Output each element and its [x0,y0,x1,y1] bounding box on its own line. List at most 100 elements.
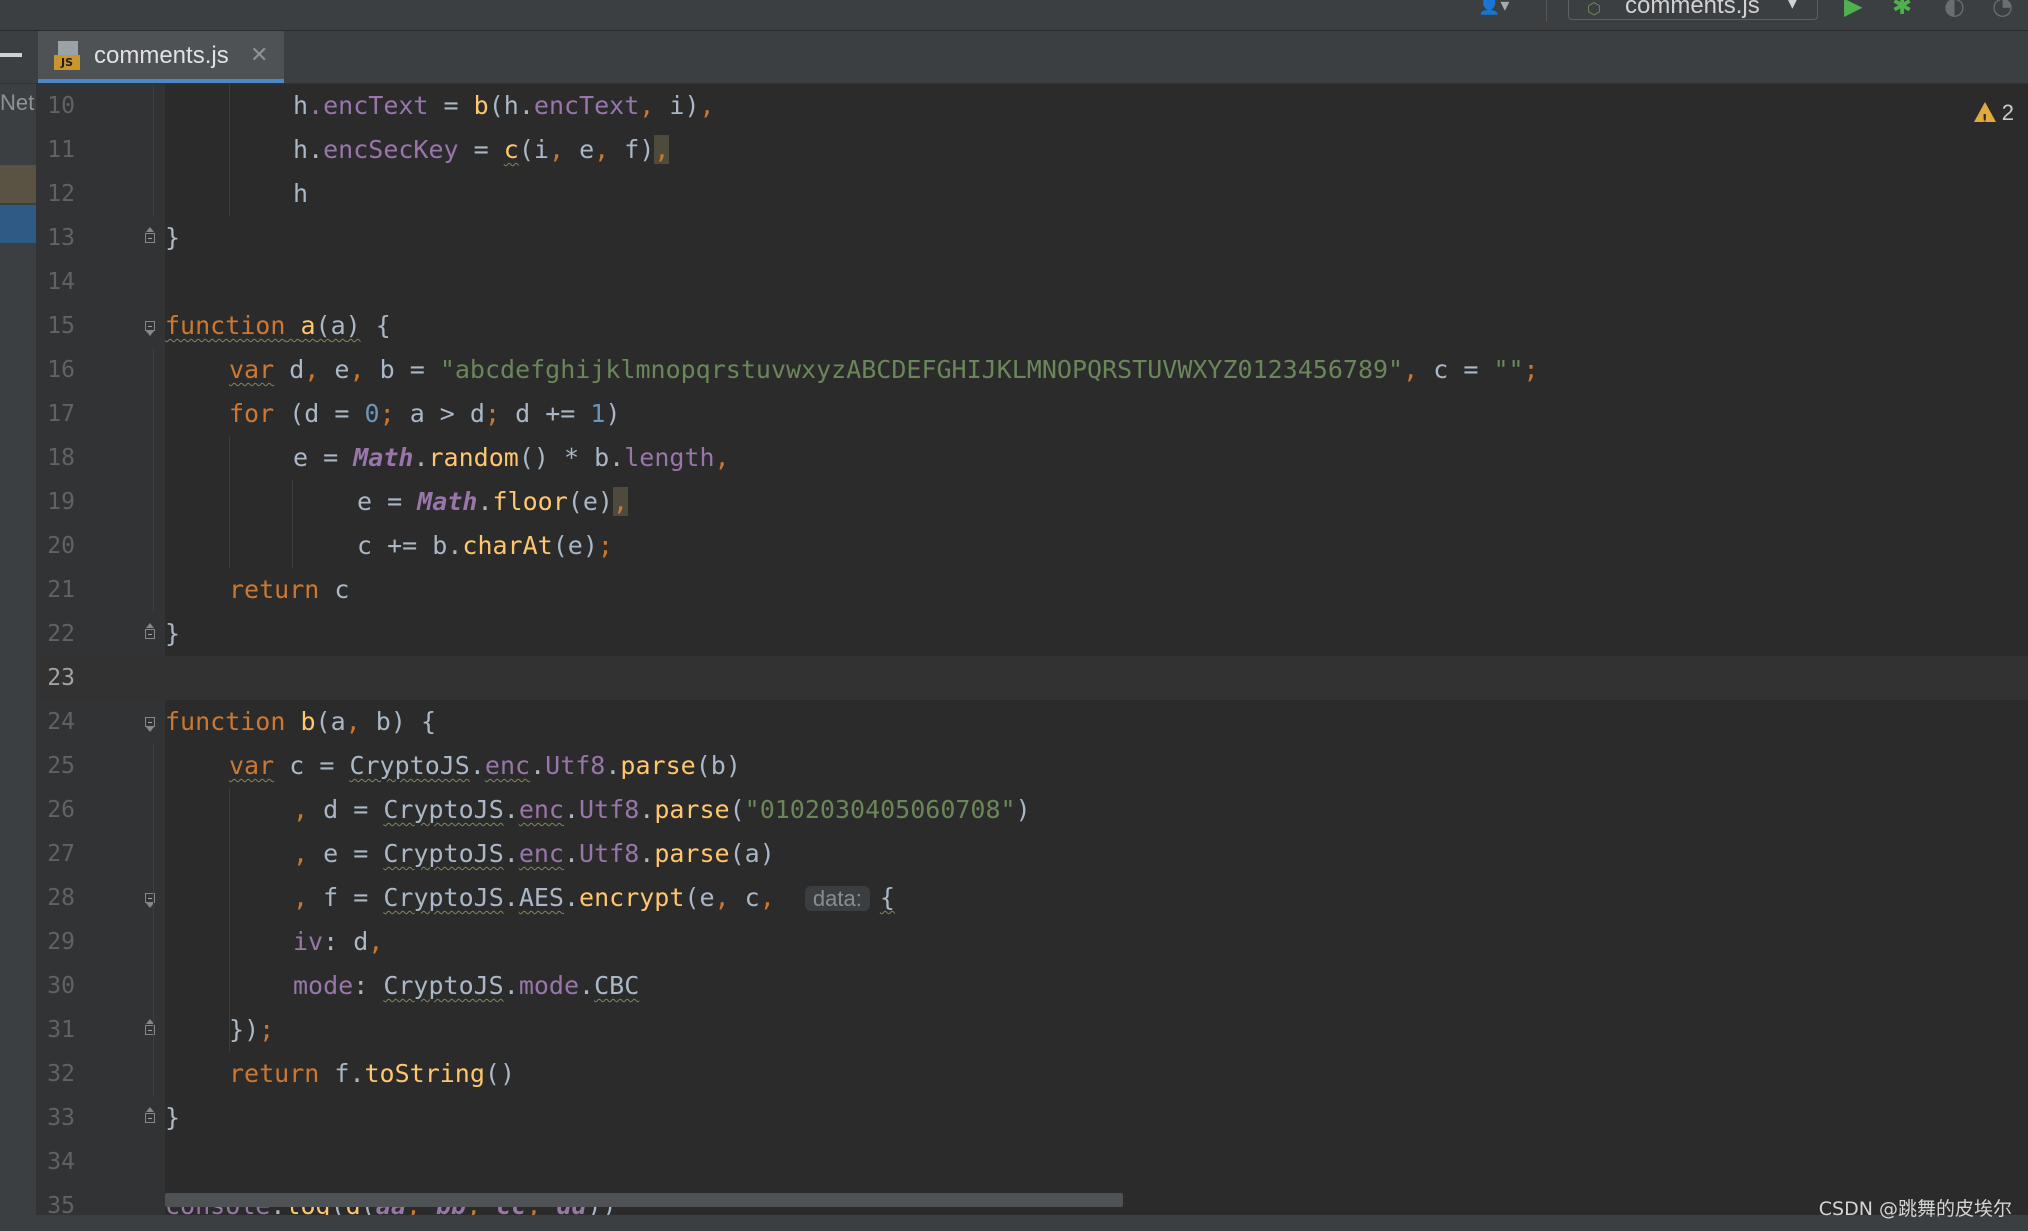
line-number: 21 [47,577,75,603]
code-text: }); [229,1015,275,1044]
gutter-line: 12 [37,172,165,216]
code-text: h.encSecKey = c(i, e, f), [293,135,670,164]
code-line[interactable]: iv: d, [165,920,2028,964]
js-file-icon: JS [54,41,82,71]
gutter-line: 21 [37,568,165,612]
fold-end-icon[interactable] [143,227,159,246]
code-text: h [293,179,309,208]
gutter-line: 29 [37,920,165,964]
gutter-line-current: 23 [37,656,165,700]
line-number: 13 [47,225,75,251]
panel-row-selected[interactable] [0,205,36,243]
line-number: 12 [47,181,75,207]
line-number: 27 [47,841,75,867]
code-text: for (d = 0; a > d; d += 1) [229,399,621,428]
toolbar-separator [1546,0,1547,22]
line-number: 32 [47,1061,75,1087]
fold-end-icon[interactable] [143,1107,159,1126]
code-line[interactable]: }); [165,1008,2028,1052]
line-number: 31 [47,1017,75,1043]
collapse-panel-icon[interactable] [0,53,22,57]
code-line[interactable]: for (d = 0; a > d; d += 1) [165,392,2028,436]
debug-icon[interactable]: ✱ [1892,0,1912,18]
horizontal-scrollbar[interactable] [165,1193,1123,1207]
code-line[interactable]: } [165,1096,2028,1140]
line-number: 24 [47,709,75,735]
code-line[interactable]: e = Math.random() * b.length, [165,436,2028,480]
code-line[interactable]: c += b.charAt(e); [165,524,2028,568]
gutter-line: 33 [37,1096,165,1140]
fold-end-icon[interactable] [143,1019,159,1038]
run-icon[interactable]: ▶ [1844,0,1862,18]
gutter-line: 10 [37,84,165,128]
gutter-line: 14 [37,260,165,304]
fold-start-icon[interactable] [143,890,159,908]
coverage-icon[interactable]: ◐ [1944,0,1965,18]
profile-icon[interactable]: ◔ [1992,0,2013,18]
code-line[interactable] [165,260,2028,304]
code-editor[interactable]: h.encText = b(h.encText, i), h.encSecKey… [153,84,2028,1215]
code-line[interactable]: var c = CryptoJS.enc.Utf8.parse(b) [165,744,2028,788]
code-line[interactable]: } [165,612,2028,656]
code-text: return c [229,575,350,604]
tab-comments-js[interactable]: JS comments.js ✕ [38,31,284,83]
code-text: e = Math.floor(e), [357,487,629,516]
fold-end-icon[interactable] [143,623,159,642]
code-text: } [165,619,181,648]
fold-start-icon[interactable] [143,318,159,336]
panel-partial-label: Net [0,90,35,115]
gutter-line: 19 [37,480,165,524]
fold-start-icon[interactable] [143,714,159,732]
line-number: 33 [47,1105,75,1131]
code-line[interactable]: var d, e, b = "abcdefghijklmnopqrstuvwxy… [165,348,2028,392]
code-line[interactable]: mode: CryptoJS.mode.CBC [165,964,2028,1008]
code-line[interactable]: } [165,216,2028,260]
line-number: 25 [47,753,75,779]
inspection-widget[interactable]: 2 [1973,98,2014,136]
code-line[interactable]: return c [165,568,2028,612]
code-line[interactable]: h.encSecKey = c(i, e, f), [165,128,2028,172]
line-number: 20 [47,533,75,559]
run-configuration-selector[interactable]: ⬡ comments.js ▼ [1568,0,1818,20]
code-text: , d = CryptoJS.enc.Utf8.parse("010203040… [293,795,1031,824]
code-line[interactable]: h.encText = b(h.encText, i), [165,84,2028,128]
line-number: 16 [47,357,75,383]
code-text: e = Math.random() * b.length, [293,443,730,472]
close-icon[interactable]: ✕ [250,41,268,71]
code-text: function a(a) { [165,311,391,340]
run-configuration-name: comments.js [1625,0,1760,19]
gutter-line: 28 [37,876,165,920]
gutter-line: 18 [37,436,165,480]
panel-row-highlight[interactable] [0,165,36,203]
code-line[interactable]: , f = CryptoJS.AES.encrypt(e, c, data:{ [165,876,2028,920]
code-line[interactable]: function a(a) { [165,304,2028,348]
tab-label: comments.js [94,42,229,69]
code-line[interactable]: return f.toString() [165,1052,2028,1096]
code-line[interactable]: h [165,172,2028,216]
account-icon[interactable]: 👤▾ [1478,0,1522,16]
code-line[interactable]: , e = CryptoJS.enc.Utf8.parse(a) [165,832,2028,876]
line-number: 11 [47,137,75,163]
code-line[interactable]: e = Math.floor(e), [165,480,2028,524]
warning-triangle-icon [1973,102,1996,136]
code-text: mode: CryptoJS.mode.CBC [293,971,640,1000]
code-line[interactable]: function b(a, b) { [165,700,2028,744]
code-line[interactable]: , d = CryptoJS.enc.Utf8.parse("010203040… [165,788,2028,832]
gutter-line: 11 [37,128,165,172]
gutter-line: 20 [37,524,165,568]
code-text: var c = CryptoJS.enc.Utf8.parse(b) [229,751,741,780]
code-text: , f = CryptoJS.AES.encrypt(e, c, data:{ [293,883,895,912]
gutter-line: 32 [37,1052,165,1096]
gutter-line: 17 [37,392,165,436]
gutter-line: 31 [37,1008,165,1052]
main-toolbar: 👤▾ ⬡ comments.js ▼ ▶ ✱ ◐ ◔ [0,0,2028,31]
gutter-line: 16 [37,348,165,392]
gutter-line: 15 [37,304,165,348]
line-number-gutter[interactable]: 10 11 12 13 14 15 16 17 18 19 20 21 22 2… [37,84,165,1219]
gutter-line: 22 [37,612,165,656]
code-line-current[interactable] [165,656,2028,700]
code-text: , e = CryptoJS.enc.Utf8.parse(a) [293,839,775,868]
indent-guide [153,744,154,1096]
code-line[interactable] [165,1140,2028,1184]
gutter-line: 13 [37,216,165,260]
